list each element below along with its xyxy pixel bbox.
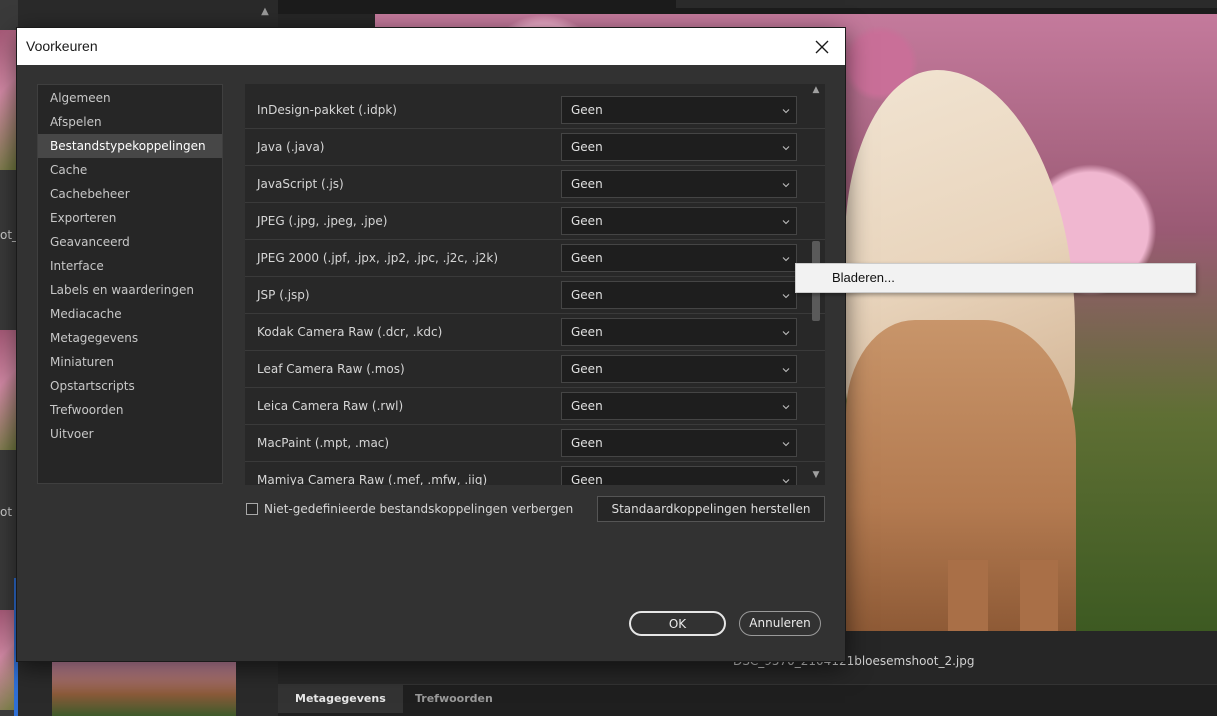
chevron-down-icon bbox=[782, 183, 790, 188]
application-select[interactable]: Geen bbox=[561, 355, 797, 383]
category-item[interactable]: Interface bbox=[38, 254, 222, 278]
select-value: Geen bbox=[571, 362, 603, 376]
select-value: Geen bbox=[571, 251, 603, 265]
application-select[interactable]: Geen bbox=[561, 392, 797, 420]
category-item[interactable]: Afspelen bbox=[38, 110, 222, 134]
scroll-up-icon[interactable]: ▲ bbox=[258, 6, 272, 24]
file-type-label: MacPaint (.mpt, .mac) bbox=[257, 436, 390, 450]
file-type-label: JPEG 2000 (.jpf, .jpx, .jp2, .jpc, .j2c,… bbox=[257, 251, 499, 265]
chevron-down-icon bbox=[782, 405, 790, 410]
file-type-label: JavaScript (.js) bbox=[257, 177, 344, 191]
horse-leg bbox=[1020, 560, 1058, 631]
category-item[interactable]: Metagegevens bbox=[38, 326, 222, 350]
category-item[interactable]: Cache bbox=[38, 158, 222, 182]
category-item[interactable]: Geavanceerd bbox=[38, 230, 222, 254]
file-type-label: JPEG (.jpg, .jpeg, .jpe) bbox=[257, 214, 388, 228]
cancel-button[interactable]: Annuleren bbox=[739, 611, 821, 636]
checkbox-box[interactable] bbox=[246, 503, 258, 515]
file-type-label: InDesign-pakket (.idpk) bbox=[257, 103, 397, 117]
bottom-tab-bar: Metagegevens Trefwoorden bbox=[278, 684, 1217, 716]
category-item[interactable]: Mediacache bbox=[38, 302, 222, 326]
menu-item-browse[interactable]: Bladeren... bbox=[832, 270, 895, 285]
side-label: ot bbox=[0, 505, 13, 519]
category-item[interactable]: Miniaturen bbox=[38, 350, 222, 374]
application-select[interactable]: Geen bbox=[561, 170, 797, 198]
chevron-down-icon bbox=[782, 257, 790, 262]
chevron-down-icon bbox=[782, 109, 790, 114]
chevron-down-icon bbox=[782, 368, 790, 373]
close-button[interactable] bbox=[799, 28, 845, 65]
association-row: Mamiya Camera Raw (.mef, .mfw, .iiq) Geen bbox=[245, 462, 825, 485]
select-value: Geen bbox=[571, 140, 603, 154]
tab-keywords[interactable]: Trefwoorden bbox=[398, 685, 510, 713]
filmstrip-thumbnail[interactable] bbox=[52, 661, 236, 716]
select-value: Geen bbox=[571, 436, 603, 450]
file-type-label: Java (.java) bbox=[257, 140, 325, 154]
side-label: ot_ bbox=[0, 228, 19, 242]
category-item[interactable]: Trefwoorden bbox=[38, 398, 222, 422]
category-list: Algemeen Afspelen Bestandstypekoppelingen C… bbox=[37, 84, 223, 484]
file-type-label: JSP (.jsp) bbox=[257, 288, 310, 302]
category-item[interactable]: Exporteren bbox=[38, 206, 222, 230]
close-icon bbox=[815, 40, 829, 53]
file-association-list: InDesign-pakket (.idpk) Geen Java (.java) G… bbox=[245, 84, 825, 485]
file-type-label: Mamiya Camera Raw (.mef, .mfw, .iiq) bbox=[257, 473, 488, 485]
dialog-title: Voorkeuren bbox=[26, 38, 98, 54]
application-select[interactable]: Geen bbox=[561, 133, 797, 161]
preferences-dialog: Voorkeuren Algemeen Afspelen Bestandstypek… bbox=[17, 28, 845, 661]
association-row: JPEG 2000 (.jpf, .jpx, .jp2, .jpc, .j2c,… bbox=[245, 240, 825, 277]
category-item[interactable]: Bestandstypekoppelingen bbox=[38, 134, 222, 158]
file-type-label: Kodak Camera Raw (.dcr, .kdc) bbox=[257, 325, 443, 339]
ok-button[interactable]: OK bbox=[629, 611, 726, 636]
top-bar bbox=[278, 0, 1217, 14]
application-select[interactable]: Geen bbox=[561, 207, 797, 235]
file-type-label: Leica Camera Raw (.rwl) bbox=[257, 399, 404, 413]
association-row: Java (.java) Geen bbox=[245, 129, 825, 166]
select-value: Geen bbox=[571, 177, 603, 191]
select-value: Geen bbox=[571, 325, 603, 339]
thumbnail bbox=[0, 30, 18, 170]
thumbnail bbox=[0, 330, 18, 450]
association-row: InDesign-pakket (.idpk) Geen bbox=[245, 92, 825, 129]
association-row: JPEG (.jpg, .jpeg, .jpe) Geen bbox=[245, 203, 825, 240]
hide-undefined-checkbox[interactable]: Niet-gedefinieerde bestandskoppelingen v… bbox=[246, 502, 573, 516]
category-item[interactable]: Algemeen bbox=[38, 86, 222, 110]
horse-leg bbox=[948, 560, 988, 631]
scroll-up-icon[interactable]: ▲ bbox=[810, 84, 822, 96]
association-row: JSP (.jsp) Geen bbox=[245, 277, 825, 314]
chevron-down-icon bbox=[782, 442, 790, 447]
select-value: Geen bbox=[571, 288, 603, 302]
category-item[interactable]: Cachebeheer bbox=[38, 182, 222, 206]
application-select[interactable]: Geen bbox=[561, 281, 797, 309]
select-value: Geen bbox=[571, 399, 603, 413]
application-select[interactable]: Geen bbox=[561, 429, 797, 457]
category-item[interactable]: Uitvoer bbox=[38, 422, 222, 446]
tab-metadata[interactable]: Metagegevens bbox=[278, 685, 403, 713]
association-row: Leica Camera Raw (.rwl) Geen bbox=[245, 388, 825, 425]
chevron-down-icon bbox=[782, 294, 790, 299]
dialog-titlebar: Voorkeuren bbox=[17, 28, 845, 65]
association-row: Kodak Camera Raw (.dcr, .kdc) Geen bbox=[245, 314, 825, 351]
chevron-down-icon bbox=[782, 146, 790, 151]
hide-undefined-label: Niet-gedefinieerde bestandskoppelingen v… bbox=[264, 502, 574, 516]
chevron-down-icon bbox=[782, 331, 790, 336]
association-row: JavaScript (.js) Geen bbox=[245, 166, 825, 203]
application-select[interactable]: Geen bbox=[561, 96, 797, 124]
file-type-label: Leaf Camera Raw (.mos) bbox=[257, 362, 405, 376]
category-item[interactable]: Labels en waarderingen bbox=[38, 278, 222, 302]
select-value: Geen bbox=[571, 214, 603, 228]
chevron-down-icon bbox=[782, 479, 790, 484]
association-row: Leaf Camera Raw (.mos) Geen bbox=[245, 351, 825, 388]
association-row: MacPaint (.mpt, .mac) Geen bbox=[245, 425, 825, 462]
application-select[interactable]: Geen bbox=[561, 466, 797, 485]
chevron-down-icon bbox=[782, 220, 790, 225]
select-value: Geen bbox=[571, 473, 603, 485]
category-item[interactable]: Opstartscripts bbox=[38, 374, 222, 398]
restore-defaults-button[interactable]: Standaardkoppelingen herstellen bbox=[597, 496, 825, 522]
select-value: Geen bbox=[571, 103, 603, 117]
dropdown-context-menu: Bladeren... bbox=[795, 263, 1196, 293]
application-select[interactable]: Geen bbox=[561, 318, 797, 346]
application-select[interactable]: Geen bbox=[561, 244, 797, 272]
scroll-down-icon[interactable]: ▼ bbox=[810, 469, 822, 481]
